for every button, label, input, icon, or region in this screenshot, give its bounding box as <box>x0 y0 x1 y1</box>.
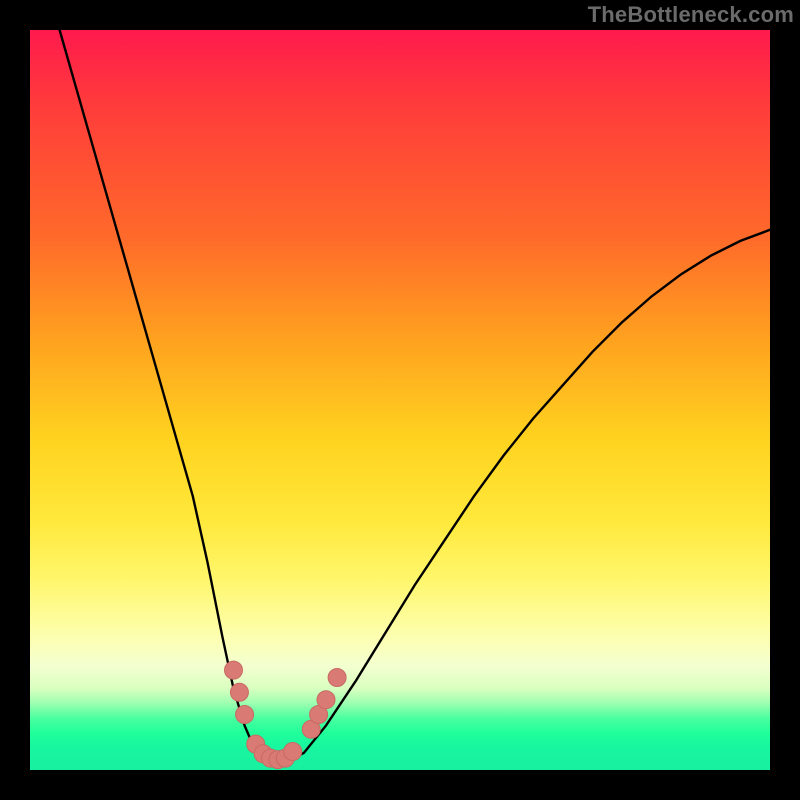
marker-group <box>225 661 347 769</box>
data-marker <box>328 669 346 687</box>
data-marker <box>236 706 254 724</box>
data-marker <box>225 661 243 679</box>
curve-group <box>60 30 770 762</box>
chart-frame: TheBottleneck.com <box>0 0 800 800</box>
plot-area <box>30 30 770 770</box>
bottleneck-curve <box>60 30 770 762</box>
data-marker <box>317 691 335 709</box>
watermark-text: TheBottleneck.com <box>588 2 794 28</box>
data-marker <box>284 743 302 761</box>
chart-svg <box>30 30 770 770</box>
data-marker <box>230 683 248 701</box>
